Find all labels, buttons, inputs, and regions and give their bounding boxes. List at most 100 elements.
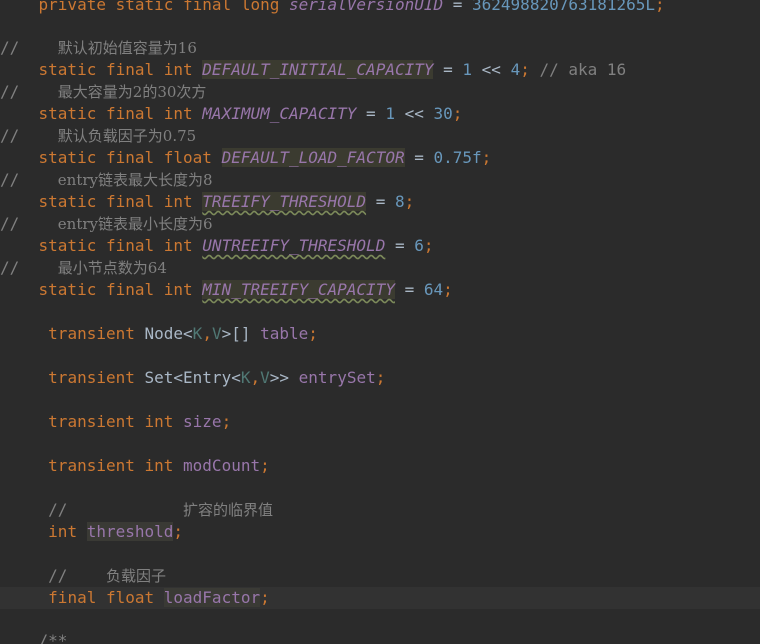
code-line-field-threshold[interactable]: int threshold;: [0, 521, 760, 543]
field-name: loadFactor: [163, 588, 261, 607]
keyword: transient: [48, 368, 145, 387]
keyword: int: [48, 522, 87, 541]
semicolon: ;: [375, 368, 386, 387]
constant-name: serialVersionUID: [288, 0, 444, 14]
type-parameter: K: [192, 324, 203, 343]
number-literal: 362498820763181265L: [472, 0, 656, 14]
semicolon: ;: [520, 60, 540, 79]
keyword: private static final long: [38, 0, 289, 14]
code-line-field-size[interactable]: transient int size;: [0, 411, 760, 433]
code-line-field-table[interactable]: transient Node<K,V>[] table;: [0, 323, 760, 345]
type-close: >[]: [221, 324, 261, 343]
comment-text: 负载因子: [105, 567, 166, 585]
type-name: Set<Entry<: [144, 368, 241, 387]
constant-name: TREEIFY_THRESHOLD: [202, 192, 367, 211]
type-name: Node<: [144, 324, 193, 343]
field-name: threshold: [86, 522, 174, 541]
code-comment-line[interactable]: // 扩容的临界值: [0, 499, 760, 521]
number-literal: 4: [510, 60, 521, 79]
comment-text: entry链表最大长度为8: [57, 171, 213, 189]
comment-slashes: //: [0, 38, 20, 57]
semicolon: ;: [260, 588, 270, 607]
code-line-field-loadfactor[interactable]: final float loadFactor;: [0, 587, 760, 609]
semicolon: ;: [423, 236, 434, 255]
semicolon: ;: [173, 522, 184, 541]
keyword: static final int: [38, 192, 203, 211]
semicolon: ;: [481, 148, 492, 167]
operator: =: [366, 192, 395, 211]
field-name: entrySet: [298, 368, 376, 387]
code-comment-line[interactable]: // 最大容量为2的30次方: [0, 81, 760, 103]
constant-name: DEFAULT_INITIAL_CAPACITY: [202, 60, 434, 79]
number-literal: 1: [385, 104, 395, 123]
operator: <<: [472, 60, 511, 79]
number-literal: 64: [423, 280, 444, 299]
code-line-serial-version[interactable]: private static final long serialVersionU…: [0, 0, 760, 16]
comment-slashes: //: [0, 258, 20, 277]
comment-slashes: //: [48, 500, 68, 519]
comment-text: 默认负载因子为0.75: [57, 127, 197, 145]
operator: =: [385, 236, 415, 255]
operator: =: [356, 104, 386, 123]
type-parameter: V: [260, 368, 270, 387]
comment-slashes: //: [0, 126, 20, 145]
semicolon: ;: [404, 192, 415, 211]
code-line-field-entryset[interactable]: transient Set<Entry<K,V>> entrySet;: [0, 367, 760, 389]
type-close: >>: [269, 368, 299, 387]
semicolon: ;: [260, 456, 270, 475]
operator: =: [404, 148, 434, 167]
comment-text: entry链表最小长度为6: [57, 215, 213, 233]
comma: ,: [202, 324, 212, 343]
comment-slashes: //: [0, 82, 20, 101]
trailing-comment: // aka 16: [539, 60, 627, 79]
field-name: modCount: [183, 456, 261, 475]
number-literal: 1: [462, 60, 473, 79]
semicolon: ;: [655, 0, 665, 14]
operator: =: [394, 280, 424, 299]
operator: <<: [394, 104, 434, 123]
constant-name: MIN_TREEIFY_CAPACITY: [202, 280, 395, 299]
number-literal: 0.75f: [433, 148, 482, 167]
field-name: size: [183, 412, 222, 431]
code-comment-line[interactable]: // 默认负载因子为0.75: [0, 125, 760, 147]
number-literal: 6: [414, 236, 424, 255]
comma: ,: [250, 368, 261, 387]
field-name: table: [260, 324, 309, 343]
code-comment-line[interactable]: // entry链表最小长度为6: [0, 213, 760, 235]
comment-text: 扩容的临界值: [183, 501, 274, 519]
code-line-min-treeify-capacity[interactable]: static final int MIN_TREEIFY_CAPACITY = …: [0, 279, 760, 301]
constant-name: MAXIMUM_CAPACITY: [202, 104, 357, 123]
keyword: static final int: [38, 104, 203, 123]
code-line-untreeify-threshold[interactable]: static final int UNTREEIFY_THRESHOLD = 6…: [0, 235, 760, 257]
type-parameter: V: [211, 324, 222, 343]
constant-name: DEFAULT_LOAD_FACTOR: [221, 148, 405, 167]
keyword: static final int: [38, 236, 203, 255]
code-editor[interactable]: private static final long serialVersionU…: [0, 0, 760, 644]
code-comment-line[interactable]: // 默认初始值容量为16: [0, 37, 760, 59]
keyword: static final int: [38, 280, 203, 299]
keyword: static final int: [38, 60, 203, 79]
constant-name: UNTREEIFY_THRESHOLD: [202, 236, 386, 255]
keyword: transient: [48, 324, 145, 343]
code-line-treeify-threshold[interactable]: static final int TREEIFY_THRESHOLD = 8;: [0, 191, 760, 213]
comment-text: 默认初始值容量为16: [57, 39, 197, 57]
code-comment-line[interactable]: // entry链表最大长度为8: [0, 169, 760, 191]
code-line-javadoc-start[interactable]: /**: [0, 630, 760, 644]
keyword: final float: [48, 588, 164, 607]
semicolon: ;: [443, 280, 453, 299]
code-line-field-modcount[interactable]: transient int modCount;: [0, 455, 760, 477]
number-literal: 30: [433, 104, 453, 123]
code-line-maximum-capacity[interactable]: static final int MAXIMUM_CAPACITY = 1 <<…: [0, 103, 760, 125]
code-line-default-load-factor[interactable]: static final float DEFAULT_LOAD_FACTOR =…: [0, 147, 760, 169]
number-literal: 8: [394, 192, 405, 211]
comment-slashes: //: [0, 170, 20, 189]
comment-slashes: //: [0, 214, 20, 233]
operator: =: [433, 60, 463, 79]
comment-text: 最大容量为2的30次方: [57, 83, 207, 101]
code-comment-line[interactable]: // 最小节点数为64: [0, 257, 760, 279]
semicolon: ;: [221, 412, 232, 431]
code-comment-line[interactable]: // 负载因子: [0, 565, 760, 587]
comment-text: 最小节点数为64: [57, 259, 167, 277]
code-line-default-initial-capacity[interactable]: static final int DEFAULT_INITIAL_CAPACIT…: [0, 59, 760, 81]
comment-slashes: //: [48, 566, 68, 585]
